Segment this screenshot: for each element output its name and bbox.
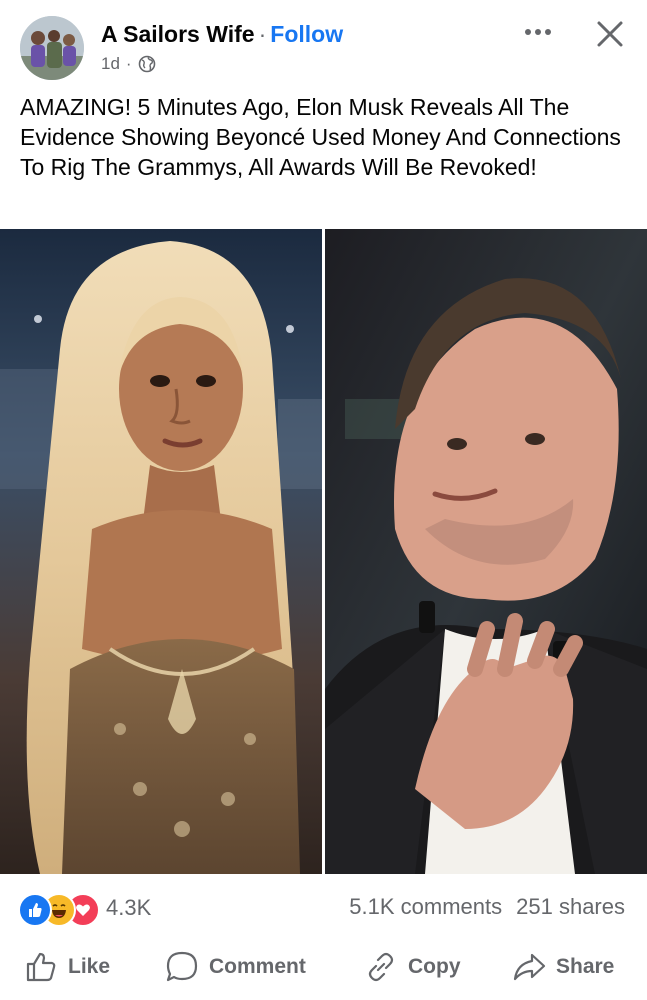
comment-icon	[166, 951, 198, 982]
copy-label: Copy	[408, 955, 461, 978]
like-label: Like	[68, 955, 111, 978]
engagement-stats: 5.1K comments 251 shares	[349, 894, 625, 920]
more-options-icon[interactable]	[518, 20, 558, 44]
share-button[interactable]: Share	[512, 945, 614, 989]
author-separator: ·	[258, 21, 267, 47]
share-label: Share	[556, 955, 615, 978]
photo-man-speaking	[325, 229, 647, 874]
reaction-count: 4.3K	[106, 895, 152, 920]
post-text: AMAZING! 5 Minutes Ago, Elon Musk Reveal…	[20, 94, 621, 180]
photo-woman-at-awards	[0, 229, 322, 874]
link-icon	[368, 952, 394, 982]
author-avatar[interactable]	[20, 16, 84, 80]
reaction-icons	[18, 891, 102, 927]
comment-button[interactable]: Comment	[165, 945, 306, 989]
reactions-summary[interactable]: 4.3K	[18, 891, 152, 927]
globe-icon	[138, 55, 155, 73]
meta-separator: ·	[125, 54, 132, 73]
shares-count[interactable]: 251 shares	[516, 894, 625, 919]
close-icon[interactable]	[592, 16, 628, 52]
comments-count[interactable]: 5.1K comments	[349, 894, 502, 919]
like-button[interactable]: Like	[24, 945, 110, 989]
thumbs-up-icon	[26, 952, 56, 982]
post-header: A Sailors Wife · Follow 1d ·	[0, 0, 647, 88]
author-line: A Sailors Wife · Follow	[101, 21, 343, 48]
author-name[interactable]: A Sailors Wife	[101, 21, 255, 47]
post-meta: 1d ·	[101, 54, 156, 74]
copy-button[interactable]: Copy	[364, 945, 461, 989]
post-time[interactable]: 1d	[101, 54, 120, 74]
share-arrow-icon	[513, 953, 546, 981]
post-image[interactable]	[0, 229, 647, 874]
follow-button[interactable]: Follow	[270, 21, 343, 47]
like-reaction-icon	[18, 893, 52, 927]
post-actions: Like Comment Copy Share	[0, 945, 647, 989]
comment-label: Comment	[209, 955, 306, 978]
